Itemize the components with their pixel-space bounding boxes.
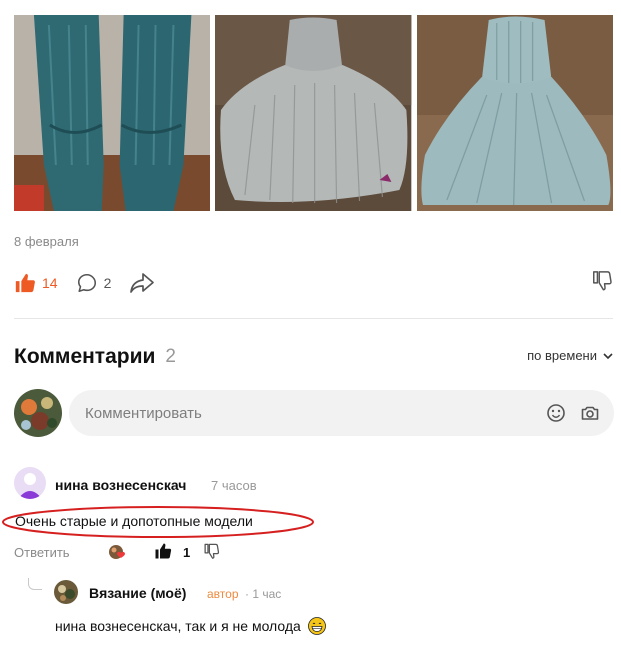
author-badge: автор <box>207 587 239 601</box>
share-arrow-icon <box>129 272 155 294</box>
share-button[interactable] <box>129 272 155 294</box>
reply-timestamp: · 1 час <box>245 587 282 601</box>
photo-grey-knitted-capelet[interactable] <box>215 15 412 211</box>
author-avatar[interactable] <box>54 580 78 604</box>
photo-knitted-socks[interactable] <box>14 15 211 211</box>
dislike-button[interactable] <box>591 270 613 297</box>
thumbs-up-icon <box>14 272 36 294</box>
comments-button[interactable]: 2 <box>76 272 112 294</box>
speech-bubble-icon <box>76 272 98 294</box>
chevron-down-icon <box>597 348 613 363</box>
sort-dropdown[interactable]: по времени <box>527 348 613 363</box>
reply-text: нина вознесенскач, так и я не молода <box>55 618 301 634</box>
commenter-avatar[interactable] <box>14 467 46 499</box>
comment-composer <box>69 390 614 436</box>
comment-dislike-button[interactable] <box>203 543 220 565</box>
grinning-face-emoji-icon <box>307 617 326 635</box>
thumbs-up-icon <box>154 543 172 564</box>
comment-count: 2 <box>103 275 112 291</box>
emoji-icon[interactable] <box>546 403 566 423</box>
comment-input[interactable] <box>85 404 532 422</box>
post-date: 8 февраля <box>14 234 79 249</box>
like-button[interactable]: 14 <box>14 272 58 294</box>
comment-timestamp: 7 часов <box>211 478 257 493</box>
camera-icon[interactable] <box>580 403 600 423</box>
comments-header: Комментарии 2 по времени <box>14 343 613 371</box>
post-actions-bar: 14 2 <box>14 268 613 298</box>
reply-text-row: нина вознесенскач, так и я не молода <box>55 617 326 635</box>
section-divider <box>14 318 613 319</box>
thumbs-down-icon <box>203 543 220 564</box>
photo-blue-knitted-cowl[interactable] <box>416 15 613 211</box>
like-count: 14 <box>42 275 58 291</box>
comment-like-button[interactable] <box>154 542 172 565</box>
reply-button[interactable]: Ответить <box>14 545 70 560</box>
comment-text: Очень старые и допотопные модели <box>15 513 253 529</box>
sort-label: по времени <box>527 348 597 363</box>
comments-title: Комментарии <box>14 345 156 368</box>
reply-thread-connector <box>28 578 42 590</box>
commenter-name[interactable]: нина вознесенскач <box>55 477 186 493</box>
comments-total-count: 2 <box>165 346 176 367</box>
liker-avatar <box>108 543 128 561</box>
photo-gallery <box>14 15 613 211</box>
reply-author-name[interactable]: Вязание (моё) <box>89 585 186 601</box>
comment-like-count: 1 <box>183 545 191 560</box>
current-user-avatar[interactable] <box>14 389 62 437</box>
thumbs-down-icon <box>591 271 613 296</box>
